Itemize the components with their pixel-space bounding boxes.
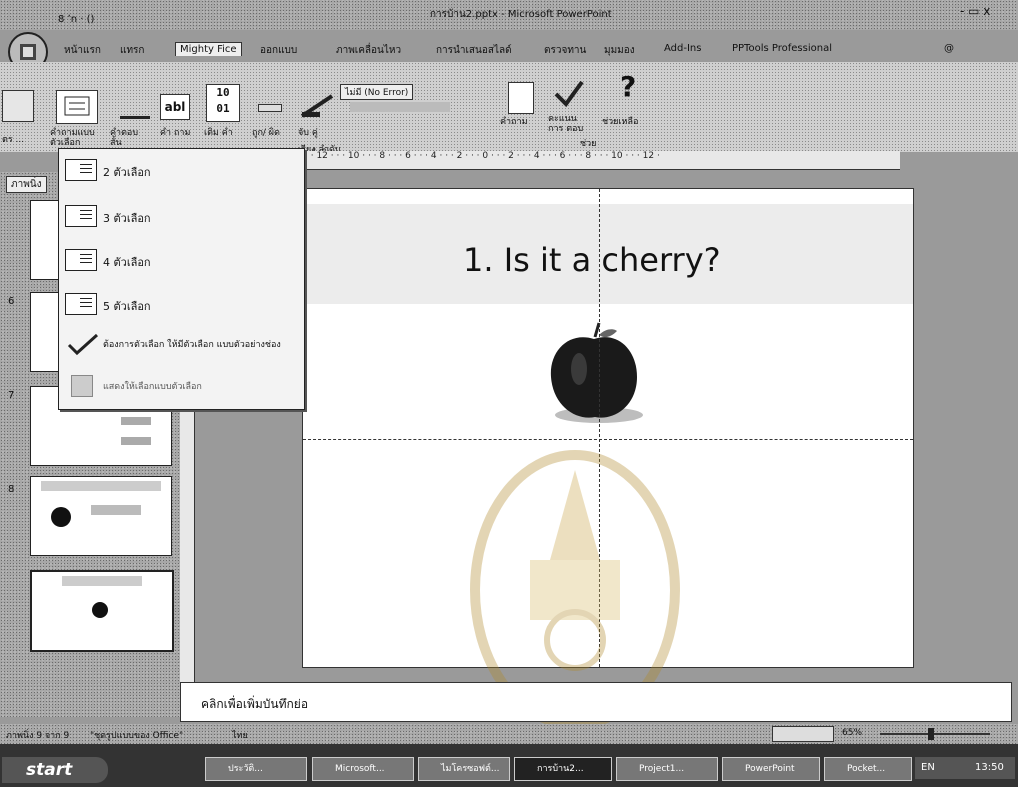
notes-pane[interactable]: คลิกเพื่อเพิ่มบันทึกย่อ [180, 682, 1012, 722]
dropdown-item-2-choices[interactable]: 2 ตัวเลือก [59, 153, 304, 187]
multiple-choice-icon [64, 96, 90, 116]
window-title: การบ้าน2.pptx - Microsoft PowerPoint [430, 9, 612, 20]
theme-name: "ชุดรูปแบบของ Office" [90, 731, 184, 741]
help-button-score[interactable]: คะแนนการ ตอบ [548, 114, 592, 134]
title-bar: การบ้าน2.pptx - Microsoft PowerPoint 8 ʼ… [0, 0, 1018, 30]
status-bar: ภาพนิ่ง 9 จาก 9 "ชุดรูปแบบของ Office" ไท… [0, 724, 1018, 744]
apple-thumb-icon [41, 481, 161, 527]
system-tray: EN 13:50 [915, 757, 1015, 779]
tab-slideshow[interactable]: การนำเสนอสไลด์ [432, 42, 516, 59]
slide-count: ภาพนิ่ง 9 จาก 9 [6, 731, 70, 741]
multiple-choice-label: คำถามแบบ ตัวเลือก [50, 128, 95, 148]
taskbar-item-active[interactable]: การบ้าน2... [514, 757, 612, 781]
help-tab-icon[interactable]: @ [940, 42, 958, 55]
choice-list-icon [65, 205, 97, 227]
clock[interactable]: 13:50 [975, 757, 1004, 779]
slide-number-8: 8 [8, 484, 15, 495]
checkmark-pen-icon [67, 333, 99, 356]
score-icon[interactable] [552, 78, 586, 108]
choice-list-icon [65, 249, 97, 271]
dropdown-item-custom-choices[interactable]: ต้องการตัวเลือก ให้มีตัวเลือก แบบตัวอย่า… [59, 327, 304, 361]
fill-blank-label: เติม คำ [204, 128, 233, 138]
horizontal-ruler: · · 12 · · · 10 · · · 8 · · · 6 · · · 4 … [305, 151, 900, 170]
slide-number-6: 6 [8, 296, 15, 307]
tab-insert[interactable]: แทรก [116, 42, 148, 59]
tab-animations[interactable]: ภาพเคลื่อนไหว [332, 42, 405, 59]
view-buttons[interactable] [772, 726, 834, 742]
dropdown-item-label: 5 ตัวเลือก [103, 300, 151, 313]
multiple-choice-dropdown: 2 ตัวเลือก 3 ตัวเลือก 4 ตัวเลือก 5 ตัวเล… [58, 148, 305, 410]
checkmark-icon [554, 80, 584, 108]
tab-add-ins[interactable]: Add-Ins [660, 42, 705, 55]
taskbar-item[interactable]: PowerPoint [722, 757, 820, 781]
choice-list-icon [65, 159, 97, 181]
question-label: คำ ถาม [160, 128, 191, 138]
dropdown-item-label: 4 ตัวเลือก [103, 256, 151, 269]
multiple-choice-button[interactable] [56, 90, 98, 124]
dropdown-item-3-choices[interactable]: 3 ตัวเลือก [59, 199, 304, 233]
zoom-slider-thumb[interactable] [928, 728, 934, 740]
zoom-slider[interactable] [880, 733, 990, 735]
help-button-question[interactable]: คำถาม [500, 114, 528, 128]
dropdown-item-label: 3 ตัวเลือก [103, 212, 151, 225]
help-question-icon[interactable]: ? [620, 70, 636, 103]
pen-icon [300, 94, 334, 118]
dropdown-item-label: ต้องการตัวเลือก ให้มีตัวเลือก แบบตัวอย่า… [103, 340, 281, 350]
ribbon-button-1-label: ตร ... [2, 135, 25, 145]
ribbon-tabs: หน้าแรก แทรก Mighty Fice ออกแบบ ภาพเคลื่… [60, 42, 960, 60]
option-placeholder [350, 102, 450, 112]
dropdown-item-label: 2 ตัวเลือก [103, 166, 151, 179]
short-answer-icon[interactable] [120, 102, 150, 119]
error-dropdown[interactable]: ไม่มี (No Error) [340, 84, 414, 100]
true-false-label: ถูก/ ผิด [252, 128, 280, 138]
help-button-help[interactable]: ช่วยเหลือ [602, 114, 638, 128]
tab-view[interactable]: มุมมอง [600, 42, 639, 59]
slide-thumbnail-8[interactable] [30, 476, 172, 556]
slide-title[interactable]: 1. Is it a cherry? [463, 241, 721, 279]
slides-tab[interactable]: ภาพนิ่ง [6, 176, 47, 193]
quick-access-toolbar[interactable]: 8 ʼn · () [58, 14, 94, 25]
tab-home[interactable]: หน้าแรก [60, 42, 105, 59]
taskbar: start ประวัติ... Microsoft... ไมโครซอฟต์… [0, 744, 1018, 787]
taskbar-item[interactable]: ประวัติ... [205, 757, 307, 781]
thumb-answer-box [121, 417, 151, 425]
apple-thumb-icon [62, 576, 142, 618]
dropdown-item-choice-options[interactable]: แสดงให้เลือกแบบตัวเลือก [59, 369, 304, 403]
taskbar-item[interactable]: Pocket... [824, 757, 912, 781]
apple-image[interactable] [539, 317, 649, 427]
dropdown-item-label: แสดงให้เลือกแบบตัวเลือก [103, 382, 202, 392]
text-field-icon[interactable]: abl [160, 94, 190, 120]
ribbon: ตร ... คำถามแบบ ตัวเลือก คำตอบ สั้น abl … [0, 62, 1018, 159]
slide-number-7: 7 [8, 390, 15, 401]
short-answer-label: คำตอบ สั้น [110, 128, 139, 148]
options-icon [71, 375, 93, 397]
true-false-icon[interactable] [258, 104, 282, 112]
binary-icon[interactable]: 10 01 [206, 84, 240, 122]
tab-review[interactable]: ตรวจทาน [540, 42, 590, 59]
zoom-level[interactable]: 65% [842, 728, 862, 738]
dropdown-item-4-choices[interactable]: 4 ตัวเลือก [59, 243, 304, 277]
window-controls[interactable]: - ▭ x [960, 4, 990, 18]
dropdown-item-5-choices[interactable]: 5 ตัวเลือก [59, 287, 304, 321]
thumb-answer-box [121, 437, 151, 445]
matching-label: จับ คู่ [298, 128, 318, 138]
tab-design[interactable]: ออกแบบ [256, 42, 301, 59]
taskbar-item[interactable]: ไมโครซอฟต์... [418, 757, 510, 781]
tab-pptools[interactable]: PPTools Professional [728, 42, 836, 55]
quiz-icon[interactable] [2, 90, 34, 122]
tray-language[interactable]: EN [921, 757, 935, 779]
slide-thumbnail-9[interactable] [30, 570, 174, 652]
start-button[interactable]: start [2, 757, 108, 783]
group-label-help: ช่วย [580, 139, 597, 149]
notes-placeholder[interactable]: คลิกเพื่อเพิ่มบันทึกย่อ [201, 695, 308, 714]
matching-icon[interactable] [298, 90, 338, 120]
taskbar-item[interactable]: Project1... [616, 757, 718, 781]
tab-mighty-fice[interactable]: Mighty Fice [175, 42, 242, 56]
taskbar-item[interactable]: Microsoft... [312, 757, 414, 781]
language-indicator[interactable]: ไทย [232, 728, 248, 742]
question-grid-icon[interactable] [508, 82, 534, 114]
choice-list-icon [65, 293, 97, 315]
